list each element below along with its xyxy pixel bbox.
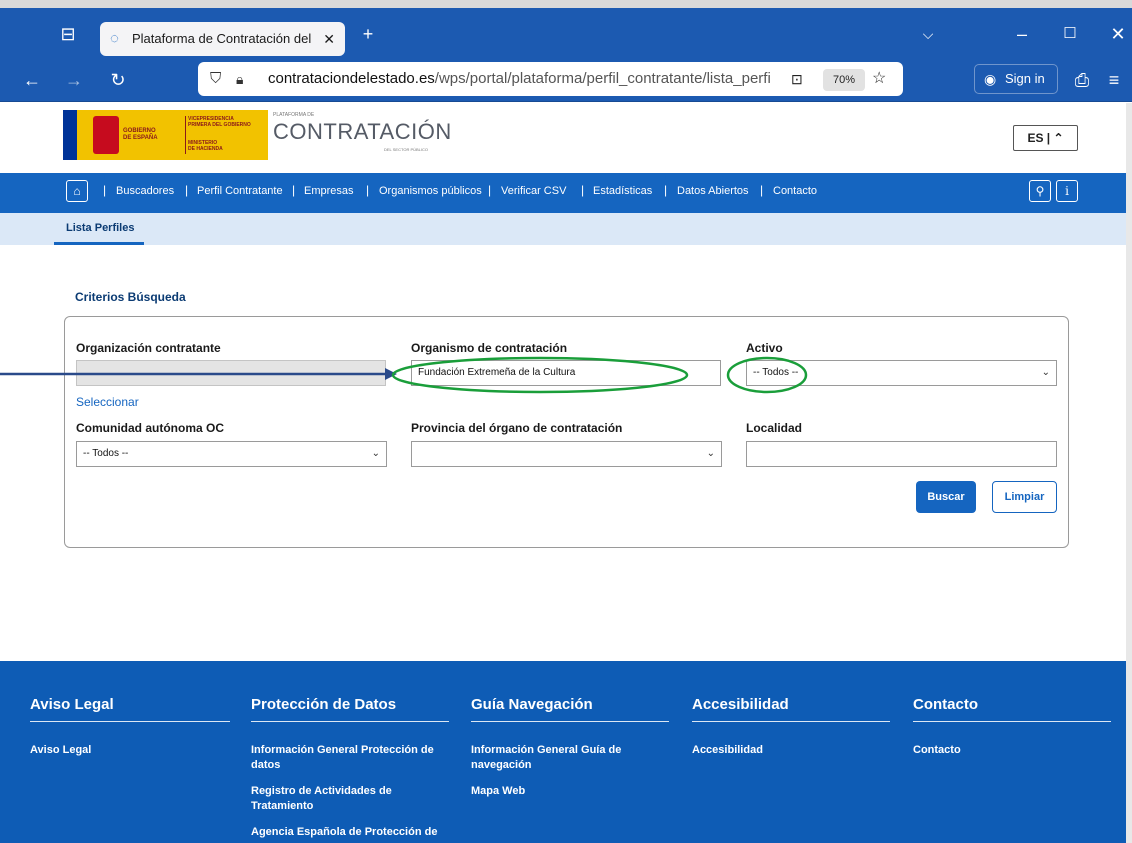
footer-link-contacto[interactable]: Contacto xyxy=(913,743,961,758)
footer-link-info-proteccion[interactable]: Información General Protección de datos xyxy=(251,743,449,773)
chevron-down-icon[interactable]: ⌵ xyxy=(918,24,938,44)
footer-link-accesibilidad[interactable]: Accesibilidad xyxy=(692,743,763,758)
back-icon[interactable]: ← xyxy=(22,70,42,90)
sign-in-label: Sign in xyxy=(1005,71,1045,86)
menu-icon[interactable]: ≡ xyxy=(1104,70,1124,90)
annotation-ellipse-organismo xyxy=(391,356,689,394)
footer-title-guia: Guía Navegación xyxy=(471,696,593,713)
sign-in-button[interactable]: ◉ Sign in xyxy=(974,64,1058,94)
bookmark-star-icon[interactable]: ☆ xyxy=(872,62,886,96)
loading-icon: ◌ xyxy=(110,30,119,47)
forward-icon[interactable]: → xyxy=(64,70,84,90)
footer-title-accesibilidad: Accesibilidad xyxy=(692,696,789,713)
url-domain: contrataciondelestado.es xyxy=(268,70,435,87)
footer-link-info-guia[interactable]: Información General Guía de navegación xyxy=(471,743,651,773)
footer-link-agencia[interactable]: Agencia Española de Protección de xyxy=(251,825,456,840)
new-tab-icon[interactable]: + xyxy=(358,24,378,44)
desktop-strip xyxy=(0,0,1132,8)
page-content: GOBIERNO DE ESPAÑA VICEPRESIDENCIA PRIME… xyxy=(0,103,1126,843)
footer-title-contacto: Contacto xyxy=(913,696,978,713)
footer: Aviso Legal Aviso Legal Protección de Da… xyxy=(0,661,1126,843)
extensions-icon[interactable]: ⎙ xyxy=(1072,70,1092,90)
tab-title: Plataforma de Contratación del xyxy=(132,31,312,46)
browser-tab[interactable]: ◌ Plataforma de Contratación del ✕ xyxy=(100,22,345,56)
browser-titlebar: ⊟ ◌ Plataforma de Contratación del ✕ + ⌵… xyxy=(0,8,1132,58)
footer-title-aviso: Aviso Legal xyxy=(30,696,114,713)
page-scrollbar[interactable] xyxy=(1126,103,1132,843)
close-window-icon[interactable]: ✕ xyxy=(1108,24,1128,44)
tab-list-icon[interactable]: ⊟ xyxy=(58,24,78,44)
footer-link-registro[interactable]: Registro de Actividades de Tratamiento xyxy=(251,784,421,814)
reload-icon[interactable]: ↻ xyxy=(108,70,128,90)
footer-title-proteccion: Protección de Datos xyxy=(251,696,397,713)
close-tab-icon[interactable]: ✕ xyxy=(323,22,335,56)
footer-link-aviso-legal[interactable]: Aviso Legal xyxy=(30,743,91,758)
maximize-icon[interactable]: ☐ xyxy=(1060,24,1080,44)
account-icon: ◉ xyxy=(984,71,997,87)
lock-icon[interactable]: 🔒︎ xyxy=(236,62,243,96)
zoom-level[interactable]: 70% xyxy=(823,69,865,91)
save-page-icon[interactable]: ⊡ xyxy=(791,62,803,96)
footer-link-mapa-web[interactable]: Mapa Web xyxy=(471,784,525,799)
shield-icon[interactable]: ⛉ xyxy=(210,62,221,96)
annotation-ellipse-activo xyxy=(726,356,808,394)
url-path: /wps/portal/plataforma/perfil_contratant… xyxy=(434,70,771,87)
url-bar[interactable]: ⛉ 🔒︎ contrataciondelestado.es/wps/portal… xyxy=(198,62,903,96)
annotation-overlay xyxy=(0,356,808,394)
minimize-icon[interactable]: – xyxy=(1012,24,1032,44)
